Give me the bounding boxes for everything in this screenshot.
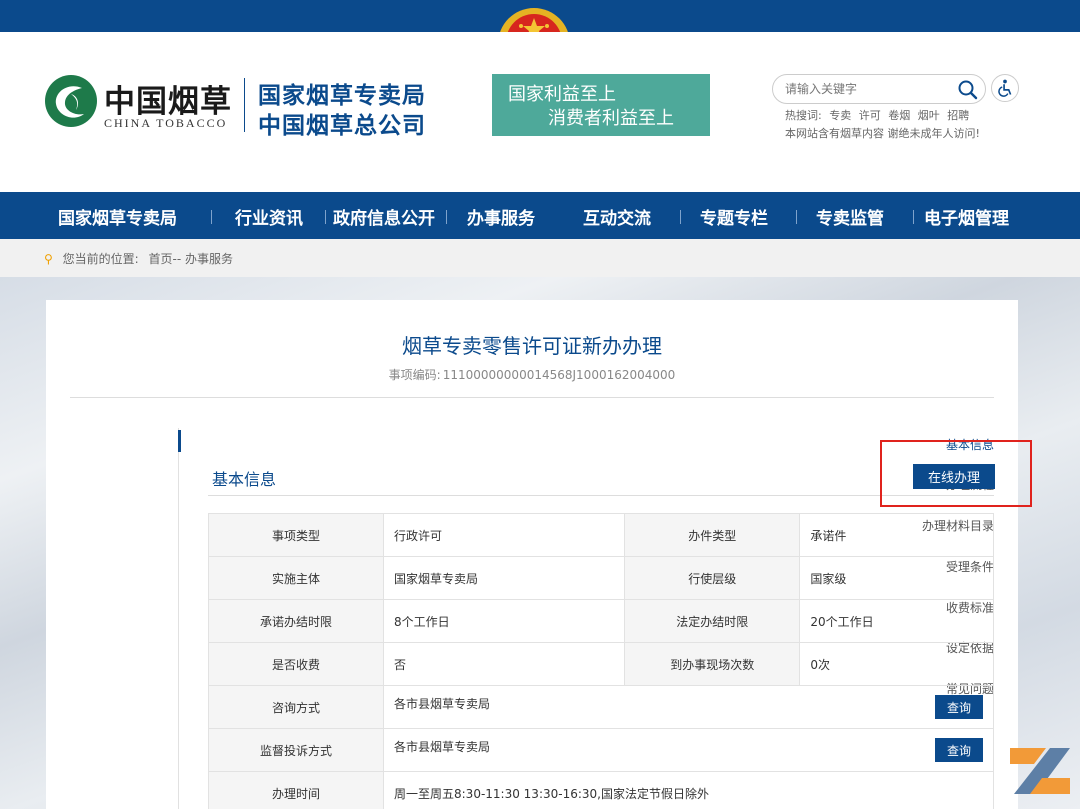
sidebar-active-marker xyxy=(178,430,181,452)
nav-item-services[interactable]: 办事服务 xyxy=(467,204,535,229)
field-label: 法定办结时限 xyxy=(624,599,801,643)
field-value: 国家烟草专卖局 xyxy=(382,556,626,600)
field-value: 各市县烟草专卖局 查询 xyxy=(383,728,994,772)
china-tobacco-logo-icon[interactable] xyxy=(44,74,98,128)
nav-item-supervision[interactable]: 专卖监管 xyxy=(816,204,884,229)
content-card: 烟草专卖零售许可证新办办理 事项编码: 11100000000014568J100… xyxy=(46,300,1032,809)
field-label: 承诺办结时限 xyxy=(208,599,384,643)
search-box xyxy=(772,74,986,104)
hot-word-link[interactable]: 专卖 xyxy=(829,109,851,122)
field-label: 咨询方式 xyxy=(208,685,384,729)
nav-separator xyxy=(796,210,797,224)
nav-separator xyxy=(325,210,326,224)
table-row: 事项类型 行政许可 办件类型 承诺件 xyxy=(208,513,994,557)
complaint-value: 各市县烟草专卖局 xyxy=(394,740,491,754)
nav-item-state-tobacco-bureau[interactable]: 国家烟草专卖局 xyxy=(58,204,177,229)
page-title: 烟草专卖零售许可证新办办理 xyxy=(402,334,662,358)
field-value: 8个工作日 xyxy=(382,599,626,643)
section-title: 基本信息 xyxy=(212,470,277,489)
consult-query-button[interactable]: 查询 xyxy=(935,695,983,719)
org-name-line1: 国家烟草专卖局 xyxy=(258,82,426,109)
org-name-line2: 中国烟草总公司 xyxy=(258,112,426,139)
nav-separator xyxy=(211,210,212,224)
field-value: 周一至周五8:30-11:30 13:30-16:30,国家法定节假日除外 xyxy=(383,771,994,809)
nav-separator xyxy=(913,210,914,224)
nav-item-e-cigarette[interactable]: 电子烟管理 xyxy=(924,204,1009,229)
slogan-line2: 消费者利益至上 xyxy=(548,108,674,129)
field-label: 实施主体 xyxy=(208,556,384,600)
logo-text-cn[interactable]: 中国烟草 xyxy=(104,76,232,121)
field-label: 监督投诉方式 xyxy=(208,728,384,772)
nav-item-interaction[interactable]: 互动交流 xyxy=(583,204,651,229)
complaint-query-button[interactable]: 查询 xyxy=(935,738,983,762)
field-value: 国家级 xyxy=(799,556,994,600)
sidebar-divider xyxy=(178,428,179,809)
item-code: 事项编码: 11100000000014568J1000162004000 xyxy=(46,366,1018,383)
table-row: 是否收费 否 到办事现场次数 0次 xyxy=(208,642,994,686)
hot-word-link[interactable]: 烟叶 xyxy=(918,109,940,122)
item-code-value: 11100000000014568J1000162004000 xyxy=(442,368,676,382)
nav-separator xyxy=(680,210,681,224)
hot-search-words: 热搜词: 专卖 许可 卷烟 烟叶 招聘 xyxy=(785,107,973,123)
hot-word-link[interactable]: 招聘 xyxy=(947,109,969,122)
field-value: 承诺件 xyxy=(799,513,994,557)
consult-value: 各市县烟草专卖局 xyxy=(394,697,491,711)
field-value: 否 xyxy=(382,642,626,686)
hot-word-link[interactable]: 卷烟 xyxy=(888,109,910,122)
field-label: 是否收费 xyxy=(208,642,384,686)
table-row: 实施主体 国家烟草专卖局 行使层级 国家级 xyxy=(208,556,994,600)
field-label: 办理时间 xyxy=(208,771,384,809)
breadcrumb-label: 您当前的位置: xyxy=(62,252,139,266)
field-value: 20个工作日 xyxy=(799,599,994,643)
highlight-box xyxy=(880,440,1032,507)
item-code-label: 事项编码: xyxy=(388,368,441,382)
title-divider xyxy=(70,397,994,398)
logo-divider xyxy=(244,78,245,132)
nav-item-topics[interactable]: 专题专栏 xyxy=(700,204,768,229)
breadcrumb-path[interactable]: 首页-- 办事服务 xyxy=(149,252,233,266)
accessibility-icon[interactable] xyxy=(991,74,1019,102)
hot-search-label: 热搜词: xyxy=(785,109,822,122)
nav-item-gov-info[interactable]: 政府信息公开 xyxy=(333,204,435,229)
table-row: 咨询方式 各市县烟草专卖局 查询 xyxy=(208,685,994,729)
location-pin-icon: ⚲ xyxy=(44,252,53,266)
search-icon[interactable] xyxy=(957,79,979,101)
logo-text-en[interactable]: CHINA TOBACCO xyxy=(104,116,227,131)
field-label: 办件类型 xyxy=(624,513,801,557)
info-table: 事项类型 行政许可 办件类型 承诺件 实施主体 国家烟草专卖局 行使层级 国家级… xyxy=(208,513,994,809)
breadcrumb-bar: ⚲ 您当前的位置: 首页-- 办事服务 xyxy=(0,239,1080,277)
watermark-logo-icon xyxy=(1010,748,1070,794)
table-row: 承诺办结时限 8个工作日 法定办结时限 20个工作日 xyxy=(208,599,994,643)
search-input[interactable] xyxy=(785,80,955,98)
slogan-banner: 国家利益至上 消费者利益至上 xyxy=(492,74,710,136)
field-label: 事项类型 xyxy=(208,513,384,557)
field-value: 0次 xyxy=(799,642,994,686)
slogan-line1: 国家利益至上 xyxy=(508,84,616,105)
main-nav: 国家烟草专卖局 行业资讯 政府信息公开 办事服务 互动交流 专题专栏 专卖监管 … xyxy=(0,192,1080,239)
table-row: 监督投诉方式 各市县烟草专卖局 查询 xyxy=(208,728,994,772)
field-label: 到办事现场次数 xyxy=(624,642,801,686)
field-label: 行使层级 xyxy=(624,556,801,600)
nav-separator xyxy=(446,210,447,224)
hot-word-link[interactable]: 许可 xyxy=(859,109,881,122)
breadcrumb: ⚲ 您当前的位置: 首页-- 办事服务 xyxy=(44,250,233,267)
minor-notice: 本网站含有烟草内容 谢绝未成年人访问! xyxy=(785,127,980,140)
nav-item-industry-news[interactable]: 行业资讯 xyxy=(235,204,303,229)
field-value: 行政许可 xyxy=(382,513,626,557)
table-row: 办理时间 周一至周五8:30-11:30 13:30-16:30,国家法定节假日… xyxy=(208,771,994,809)
field-value: 各市县烟草专卖局 查询 xyxy=(383,685,994,729)
section-divider xyxy=(208,495,994,496)
